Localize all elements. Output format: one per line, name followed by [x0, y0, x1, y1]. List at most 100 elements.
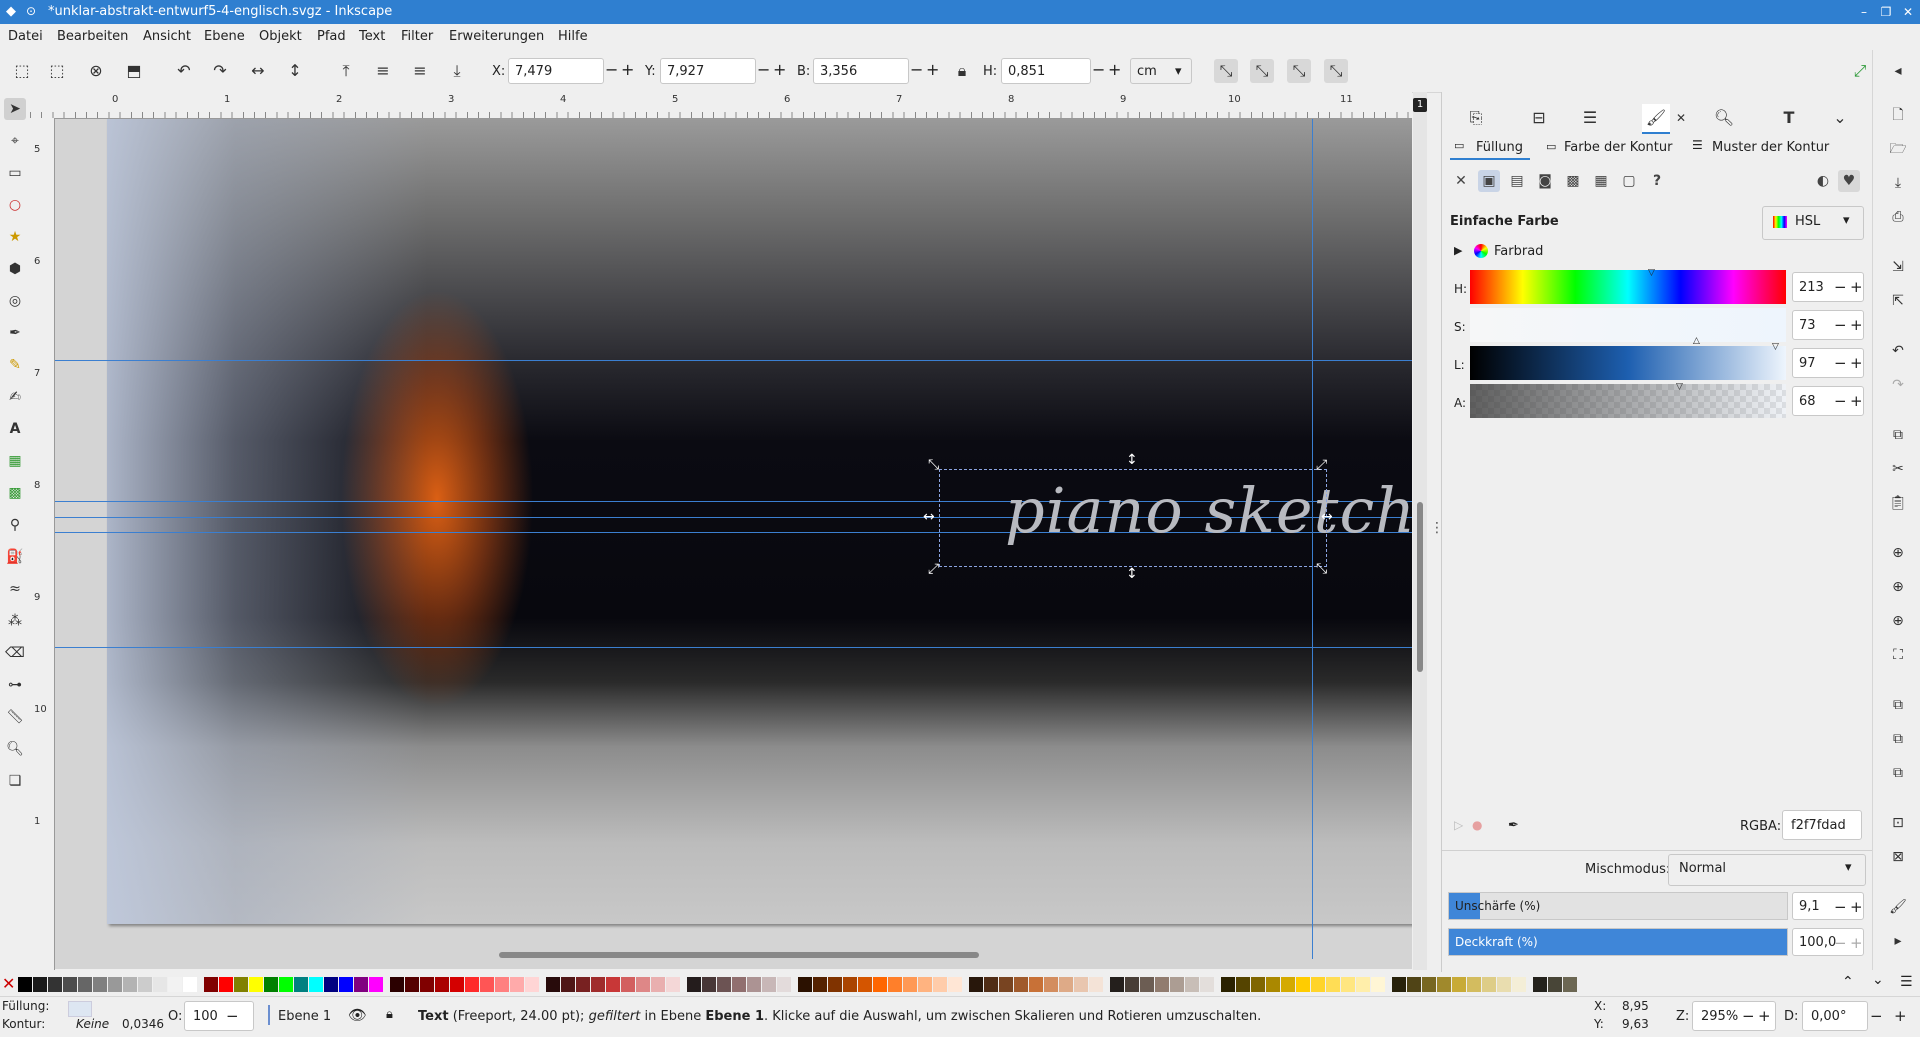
measure-tool-icon[interactable]: 📏︎ [4, 706, 26, 728]
palette-swatch[interactable] [1341, 977, 1355, 992]
blur-increment[interactable]: + [1850, 898, 1863, 916]
palette-swatch[interactable] [405, 977, 419, 992]
opacity-increment[interactable]: + [1850, 934, 1863, 952]
more-commands-icon[interactable]: ▸ [1887, 930, 1909, 952]
layer-visibility-eye-icon[interactable]: 👁︎ [348, 1006, 367, 1024]
rectangle-tool-icon[interactable]: ▭ [4, 162, 26, 184]
palette-swatch[interactable] [1140, 977, 1154, 992]
unit-select[interactable]: cm ▾ [1130, 58, 1192, 84]
color-wheel-label[interactable]: Farbrad [1494, 244, 1543, 259]
palette-swatch[interactable] [1110, 977, 1124, 992]
import-icon[interactable]: ⇲ [1887, 256, 1909, 278]
palette-swatch[interactable] [294, 977, 308, 992]
subtab-stroke-style[interactable]: Muster der Kontur [1712, 140, 1829, 155]
collapse-commands-icon[interactable]: ◂ [1887, 60, 1909, 82]
minimize-button[interactable]: – [1856, 4, 1872, 20]
saturation-slider[interactable] [1470, 308, 1786, 342]
select-all-icon[interactable]: ⬚ [10, 59, 34, 83]
linear-gradient-icon[interactable]: ▤ [1506, 170, 1528, 192]
palette-swatch[interactable] [63, 977, 77, 992]
opacity-slider[interactable]: Deckkraft (%) [1448, 928, 1788, 956]
palette-swatch[interactable] [339, 977, 353, 992]
palette-swatch[interactable] [168, 977, 182, 992]
palette-swatch[interactable] [1392, 977, 1406, 992]
duplicate-icon[interactable]: ⧉ [1887, 694, 1909, 716]
lightness-increment[interactable]: + [1850, 354, 1863, 372]
flip-horizontal-icon[interactable]: ↔ [246, 59, 270, 83]
zoom-decrement[interactable]: − [1742, 1007, 1755, 1025]
palette-swatch[interactable] [93, 977, 107, 992]
palette-swatch[interactable] [1221, 977, 1235, 992]
palette-swatch[interactable] [1044, 977, 1058, 992]
palette-swatch[interactable] [747, 977, 761, 992]
palette-swatch[interactable] [435, 977, 449, 992]
palette-scroll-down-icon[interactable]: ⌄ [1872, 972, 1884, 988]
scale-handle-se[interactable]: ⤡ [1316, 562, 1327, 576]
scale-handle-s[interactable]: ↕ [1126, 567, 1138, 581]
stroke-width-value[interactable]: 0,0346 [122, 1017, 164, 1031]
palette-swatch[interactable] [495, 977, 509, 992]
palette-swatch[interactable] [1422, 977, 1436, 992]
palette-swatch[interactable] [1407, 977, 1421, 992]
palette-swatch[interactable] [813, 977, 827, 992]
palette-swatch[interactable] [1497, 977, 1511, 992]
undo-icon[interactable]: ↶ [1887, 340, 1909, 362]
palette-swatch[interactable] [1452, 977, 1466, 992]
palette-swatch[interactable] [510, 977, 524, 992]
pages-tool-icon[interactable]: ❏ [4, 770, 26, 792]
palette-swatch[interactable] [1236, 977, 1250, 992]
palette-swatch[interactable] [1371, 977, 1385, 992]
raise-icon[interactable]: ≡ [371, 59, 395, 83]
palette-swatch[interactable] [888, 977, 902, 992]
palette-swatch[interactable] [1563, 977, 1577, 992]
palette-swatch[interactable] [1512, 977, 1526, 992]
palette-scroll-up-icon[interactable]: ⌃ [1842, 974, 1854, 990]
width-field[interactable]: 3,356 [813, 58, 909, 84]
x-increment[interactable]: + [621, 62, 634, 78]
align-tab-icon[interactable]: ⊟ [1525, 104, 1553, 132]
palette-swatch[interactable] [123, 977, 137, 992]
palette-swatch[interactable] [1170, 977, 1184, 992]
palette-swatch[interactable] [843, 977, 857, 992]
menu-objekt[interactable]: Objekt [259, 29, 302, 44]
palette-swatch[interactable] [903, 977, 917, 992]
chevron-down-icon[interactable]: ⌄ [1826, 104, 1854, 132]
pattern-icon[interactable]: ▦ [1590, 170, 1612, 192]
palette-swatch[interactable] [636, 977, 650, 992]
height-increment[interactable]: + [1108, 62, 1121, 78]
palette-swatch[interactable] [933, 977, 947, 992]
flip-vertical-icon[interactable]: ↕ [283, 59, 307, 83]
palette-swatch[interactable] [762, 977, 776, 992]
palette-swatch[interactable] [480, 977, 494, 992]
fill-indicator-swatch[interactable] [68, 1001, 92, 1017]
unset-paint-icon[interactable]: ? [1646, 170, 1668, 192]
scale-handle-sw[interactable]: ⤢ [928, 562, 939, 576]
radial-gradient-icon[interactable]: ◙ [1534, 170, 1556, 192]
zoom-page-icon[interactable]: ⊕ [1887, 610, 1909, 632]
clone-icon[interactable]: ⧉ [1887, 728, 1909, 750]
lower-to-bottom-icon[interactable]: ⤓ [445, 59, 469, 83]
menu-text[interactable]: Text [359, 29, 385, 44]
scale-handle-e[interactable]: ↔ [1321, 510, 1333, 524]
palette-swatch[interactable] [687, 977, 701, 992]
window-menu-icon[interactable]: ⊙ [26, 4, 36, 18]
palette-swatch[interactable] [138, 977, 152, 992]
menu-bearbeiten[interactable]: Bearbeiten [57, 29, 128, 44]
group-icon[interactable]: ⊡ [1887, 812, 1909, 834]
horizontal-scrollbar[interactable] [55, 948, 1413, 962]
palette-swatch[interactable] [249, 977, 263, 992]
palette-swatch[interactable] [1548, 977, 1562, 992]
menu-datei[interactable]: Datei [8, 29, 43, 44]
palette-swatch[interactable] [450, 977, 464, 992]
copy-icon[interactable]: ⧉ [1887, 424, 1909, 446]
palette-swatch[interactable] [1356, 977, 1370, 992]
palette-swatch[interactable] [798, 977, 812, 992]
rotate-cw-icon[interactable]: ↷ [208, 59, 232, 83]
palette-swatch[interactable] [1437, 977, 1451, 992]
palette-swatch[interactable] [1200, 977, 1214, 992]
alpha-decrement[interactable]: − [1834, 392, 1847, 410]
y-increment[interactable]: + [773, 62, 786, 78]
pencil-tool-icon[interactable]: ✎ [4, 354, 26, 376]
vertical-scroll-thumb[interactable] [1417, 502, 1423, 672]
scale-handle-ne[interactable]: ⤢ [1316, 458, 1327, 472]
